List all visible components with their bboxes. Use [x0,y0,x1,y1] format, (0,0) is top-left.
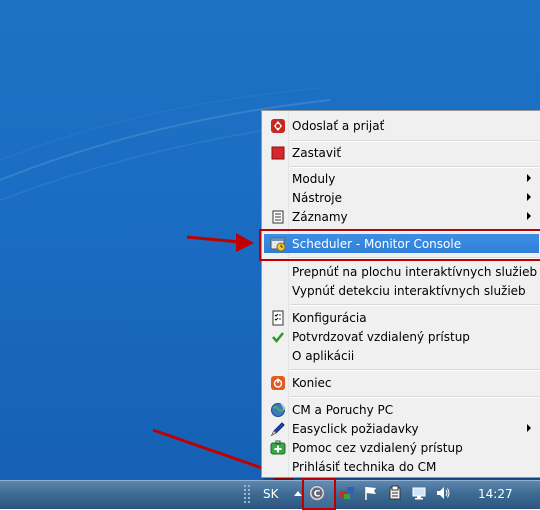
menu-separator [290,140,539,142]
annotation-arrow-menu [186,233,254,252]
network-tray-icon[interactable] [411,485,427,501]
menu-item-disable-detection[interactable]: Vypnúť detekciu interaktívnych služieb [264,281,539,301]
menu-item-cm-faults[interactable]: CM a Poruchy PC [264,400,539,420]
tray-expand-icon[interactable] [294,491,302,496]
menu-item-label: Easyclick požiadavky [292,422,419,436]
svg-text:C: C [314,490,321,500]
menu-item-label: Koniec [292,376,332,390]
menu-item-tools[interactable]: Nástroje [264,188,539,208]
network-app-tray-icon[interactable] [339,485,355,501]
flag-tray-icon[interactable] [363,485,379,501]
submenu-arrow-icon [527,424,531,432]
menu-item-label: Potvrdzovať vzdialený prístup [292,330,470,344]
send-receive-icon [270,118,286,134]
submenu-arrow-icon [527,212,531,220]
menu-item-about[interactable]: O aplikácii [264,346,539,366]
records-icon [270,209,286,225]
submenu-arrow-icon [527,193,531,201]
context-menu: Odoslať a prijať Zastaviť Moduly Nástroj… [261,110,540,478]
device-tray-icon[interactable] [387,485,403,501]
clock[interactable]: 14:27 [478,487,513,501]
submenu-arrow-icon [527,174,531,182]
menu-separator [290,396,539,398]
language-indicator[interactable]: SK [263,487,279,501]
menu-item-remote-help[interactable]: Pomoc cez vzdialený prístup [264,438,539,458]
menu-item-label: Odoslať a prijať [292,119,385,133]
menu-separator [290,369,539,371]
menu-item-stop[interactable]: Zastaviť [264,143,539,163]
menu-item-label: Prihlásiť technika do CM [292,460,437,474]
globe-icon [270,402,286,418]
menu-item-configuration[interactable]: Konfigurácia [264,308,539,328]
annotation-highlight-box [259,229,540,261]
menu-item-records[interactable]: Záznamy [264,207,539,227]
menu-separator [290,166,539,168]
pen-icon [270,421,286,437]
menu-item-label: Konfigurácia [292,311,367,325]
menu-item-exit[interactable]: Koniec [264,373,539,393]
configuration-icon [270,310,286,326]
menu-item-label: Prepnúť na plochu interaktívnych služieb [292,265,538,279]
app-tray-icon[interactable]: C [309,485,325,501]
menu-item-login-technician[interactable]: Prihlásiť technika do CM [264,457,539,477]
checkmark-icon [270,329,286,345]
menu-item-label: Moduly [292,172,336,186]
taskbar-grip [244,485,250,503]
menu-item-send-receive[interactable]: Odoslať a prijať [264,116,539,136]
exit-icon [270,375,286,391]
menu-item-label: O aplikácii [292,349,355,363]
help-kit-icon [270,440,286,456]
menu-item-label: Zastaviť [292,146,342,160]
menu-item-modules[interactable]: Moduly [264,169,539,189]
menu-item-switch-desktop[interactable]: Prepnúť na plochu interaktívnych služieb [264,262,539,282]
menu-item-label: CM a Poruchy PC [292,403,394,417]
volume-icon[interactable] [435,485,451,501]
menu-separator [290,304,539,306]
taskbar: SK 14:27 [0,480,540,509]
menu-item-label: Záznamy [292,210,348,224]
menu-item-confirm-remote[interactable]: Potvrdzovať vzdialený prístup [264,327,539,347]
menu-item-label: Pomoc cez vzdialený prístup [292,441,463,455]
stop-icon [270,145,286,161]
menu-item-label: Vypnúť detekciu interaktívnych služieb [292,284,526,298]
menu-item-easyclick[interactable]: Easyclick požiadavky [264,419,539,439]
menu-item-label: Nástroje [292,191,343,205]
